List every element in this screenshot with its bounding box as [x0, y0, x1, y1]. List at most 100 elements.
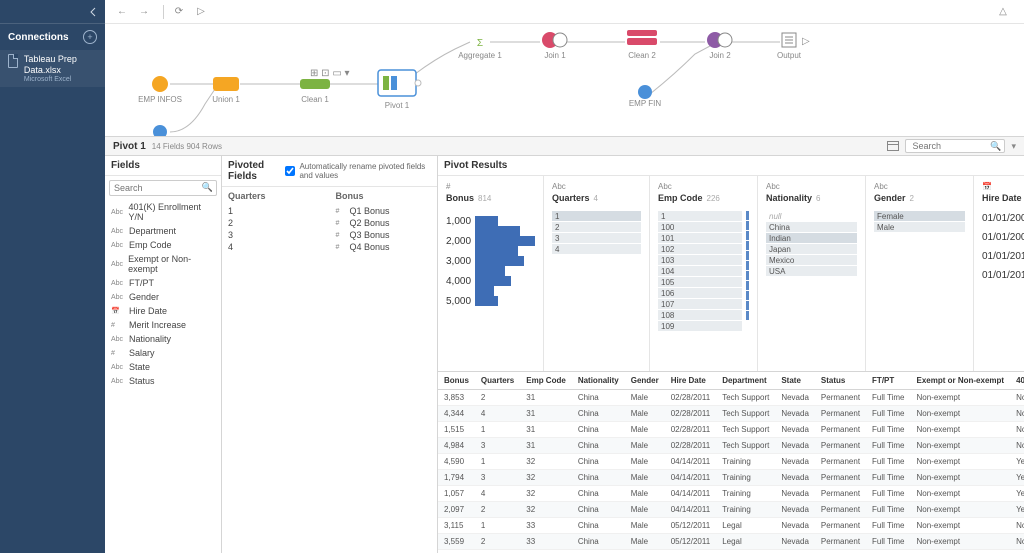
column-header[interactable]: Nationality	[572, 372, 625, 390]
card-hiredate[interactable]: 📅 Hire Date 01/01/200501/01/200901/01/20…	[974, 176, 1024, 371]
value-item[interactable]: Indian	[766, 233, 857, 243]
field-item[interactable]: AbcFT/PT	[105, 276, 221, 290]
card-empcode[interactable]: Abc Emp Code226 110010110210310410510610…	[650, 176, 758, 371]
table-row[interactable]: 1,311433ChinaMale05/12/2011LegalNevadaPe…	[438, 550, 1024, 553]
step-title: Pivot 1	[113, 141, 146, 152]
table-row[interactable]: 1,057432ChinaMale04/14/2011TrainingNevad…	[438, 486, 1024, 502]
step-menu-chevron[interactable]: ▾	[1011, 141, 1016, 152]
svg-text:Σ: Σ	[477, 38, 483, 49]
type-icon: Abc	[658, 182, 749, 191]
field-item[interactable]: AbcStatus	[105, 374, 221, 388]
field-item[interactable]: AbcDepartment	[105, 224, 221, 238]
column-header[interactable]: State	[775, 372, 815, 390]
value-item[interactable]: 2	[552, 222, 641, 232]
card-nationality[interactable]: Abc Nationality6 nullChinaIndianJapanMex…	[758, 176, 866, 371]
value-item[interactable]: Japan	[766, 244, 857, 254]
card-quarters[interactable]: Abc Quarters4 1234	[544, 176, 650, 371]
field-item[interactable]: AbcGender	[105, 290, 221, 304]
profile-cards: # Bonus814 1,0002,0003,0004,0005,000 Abc…	[438, 176, 1024, 372]
value-item[interactable]: Female	[874, 211, 965, 221]
table-row[interactable]: 4,344431ChinaMale02/28/2011Tech SupportN…	[438, 406, 1024, 422]
grid-view-icon[interactable]	[887, 141, 899, 151]
column-header[interactable]: 401(K) En	[1010, 372, 1024, 390]
card-gender[interactable]: Abc Gender2 FemaleMale	[866, 176, 974, 371]
table-row[interactable]: 1,794332ChinaMale04/14/2011TrainingNevad…	[438, 470, 1024, 486]
connection-name: Tableau Prep Data.xlsx	[24, 54, 97, 76]
data-grid[interactable]: BonusQuartersEmp CodeNationalityGenderHi…	[438, 372, 1024, 553]
pivot-quarter-item[interactable]: 1	[228, 205, 324, 217]
field-item[interactable]: AbcEmp Code	[105, 238, 221, 252]
column-header[interactable]: Exempt or Non-exempt	[911, 372, 1011, 390]
field-item[interactable]: Abc401(K) Enrollment Y/N	[105, 200, 221, 224]
forward-button[interactable]: →	[135, 3, 153, 21]
connection-type: Microsoft Excel	[24, 76, 97, 83]
field-item[interactable]: AbcNationality	[105, 332, 221, 346]
refresh-button[interactable]: ⟳	[170, 3, 188, 21]
table-row[interactable]: 3,853231ChinaMale02/28/2011Tech SupportN…	[438, 390, 1024, 406]
pivot-bonus-item[interactable]: #Q3 Bonus	[336, 229, 432, 241]
date-value: 01/01/2013	[982, 251, 1024, 262]
value-item[interactable]: 109	[658, 321, 742, 331]
date-value: 01/01/2005	[982, 213, 1024, 224]
field-item[interactable]: #Merit Increase	[105, 318, 221, 332]
add-connection-button[interactable]: +	[83, 30, 97, 44]
field-item[interactable]: AbcExempt or Non-exempt	[105, 252, 221, 276]
value-item[interactable]: Male	[874, 222, 965, 232]
value-item[interactable]: 102	[658, 244, 742, 254]
connection-item[interactable]: Tableau Prep Data.xlsx Microsoft Excel	[0, 50, 105, 87]
field-item[interactable]: 📅Hire Date	[105, 304, 221, 318]
value-item[interactable]: 107	[658, 299, 742, 309]
back-button[interactable]: ←	[113, 3, 131, 21]
value-item[interactable]: 101	[658, 233, 742, 243]
field-item[interactable]: #Salary	[105, 346, 221, 360]
table-row[interactable]: 3,115133ChinaMale05/12/2011LegalNevadaPe…	[438, 518, 1024, 534]
flow-canvas[interactable]: EMP INFOS Union 1 ⊞ ⊡ ▭ ▾ Clean 1 Pivot …	[105, 24, 1024, 136]
type-icon: Abc	[552, 182, 641, 191]
value-item[interactable]: 103	[658, 255, 742, 265]
pivot-bonus-item[interactable]: #Q4 Bonus	[336, 241, 432, 253]
column-header[interactable]: Gender	[625, 372, 665, 390]
bonus-histogram: 1,0002,0003,0004,0005,000	[446, 211, 535, 311]
collapse-sidebar-button[interactable]	[0, 0, 105, 24]
pivot-bonus-item[interactable]: #Q2 Bonus	[336, 217, 432, 229]
pivot-quarter-item[interactable]: 3	[228, 229, 324, 241]
column-header[interactable]: Emp Code	[520, 372, 572, 390]
table-row[interactable]: 3,559233ChinaMale05/12/2011LegalNevadaPe…	[438, 534, 1024, 550]
column-header[interactable]: Department	[716, 372, 775, 390]
table-row[interactable]: 4,590132ChinaMale04/14/2011TrainingNevad…	[438, 454, 1024, 470]
field-item[interactable]: AbcState	[105, 360, 221, 374]
value-item[interactable]: China	[766, 222, 857, 232]
table-row[interactable]: 2,097232ChinaMale04/14/2011TrainingNevad…	[438, 502, 1024, 518]
svg-text:Pivot 1: Pivot 1	[385, 101, 410, 110]
column-header[interactable]: Bonus	[438, 372, 475, 390]
card-bonus[interactable]: # Bonus814 1,0002,0003,0004,0005,000	[438, 176, 544, 371]
pivot-quarter-item[interactable]: 2	[228, 217, 324, 229]
value-item[interactable]: 1	[552, 211, 641, 221]
value-item[interactable]: USA	[766, 266, 857, 276]
column-header[interactable]: FT/PT	[866, 372, 910, 390]
value-item[interactable]: 1	[658, 211, 742, 221]
value-item[interactable]: 3	[552, 233, 641, 243]
pivot-bonus-item[interactable]: #Q1 Bonus	[336, 205, 432, 217]
table-row[interactable]: 4,984331ChinaMale02/28/2011Tech SupportN…	[438, 438, 1024, 454]
value-item[interactable]: 104	[658, 266, 742, 276]
value-item[interactable]: 100	[658, 222, 742, 232]
value-item[interactable]: 106	[658, 288, 742, 298]
value-item[interactable]: 4	[552, 244, 641, 254]
auto-rename-checkbox[interactable]	[285, 166, 295, 176]
search-icon: 🔍	[202, 182, 213, 193]
pivot-quarter-item[interactable]: 4	[228, 241, 324, 253]
connections-header: Connections	[8, 32, 69, 43]
value-item[interactable]: Mexico	[766, 255, 857, 265]
column-header[interactable]: Status	[815, 372, 866, 390]
notifications-icon[interactable]: △	[994, 3, 1012, 21]
value-item[interactable]: null	[766, 211, 857, 221]
run-flow-button[interactable]: ▷	[192, 3, 210, 21]
value-item[interactable]: 108	[658, 310, 742, 320]
column-header[interactable]: Hire Date	[665, 372, 716, 390]
value-item[interactable]: 105	[658, 277, 742, 287]
svg-text:Join 1: Join 1	[544, 51, 566, 60]
column-header[interactable]: Quarters	[475, 372, 520, 390]
table-row[interactable]: 1,515131ChinaMale02/28/2011Tech SupportN…	[438, 422, 1024, 438]
svg-text:▷: ▷	[802, 36, 810, 47]
